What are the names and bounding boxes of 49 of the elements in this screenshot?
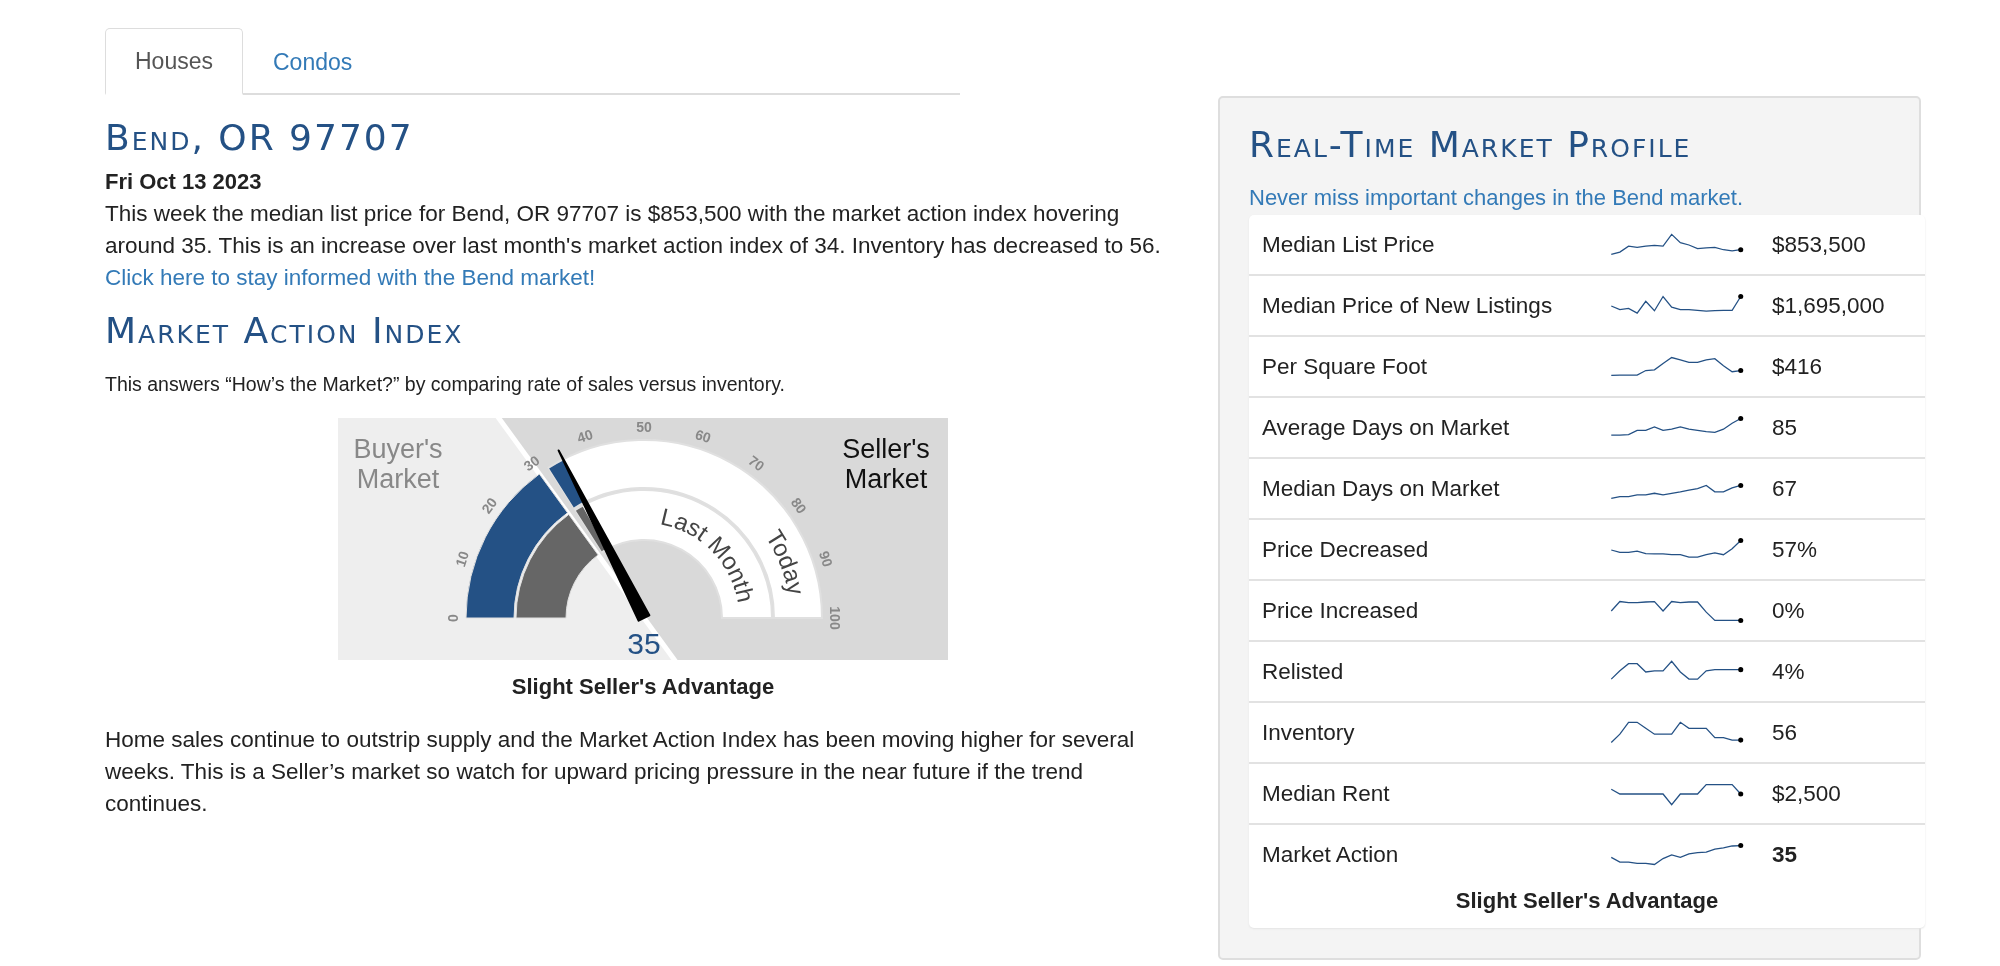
metric-label: Median List Price	[1262, 231, 1436, 258]
zone-label: Buyer's Market	[353, 434, 443, 494]
metric-value: 67	[1772, 475, 1798, 502]
metric-label: Average Days on Market	[1262, 414, 1511, 441]
section-description: This answers “How’s the Market?” by comparing rate of sales versus inventory.	[105, 373, 786, 396]
tick-label: 90	[815, 549, 836, 569]
commentary-paragraph: Home sales continue to outstrip supply and the Market Action Index has been moving higher for several weeks. This is a Seller’s market so watch for upward pricing pressure in the near future if the trend continues.	[105, 726, 1136, 818]
tick-label: 80	[787, 494, 810, 517]
location-heading: Bend, OR 97707	[105, 117, 415, 158]
tick-label: 50	[636, 418, 652, 435]
metric-label: Inventory	[1262, 719, 1356, 746]
tab[interactable]: Houses	[105, 28, 243, 95]
subscribe-link[interactable]: Click here to stay informed with the Bend market!	[105, 265, 596, 290]
metric-label: Median Price of New Listings	[1262, 292, 1554, 319]
tick-label: 0	[444, 614, 461, 622]
metric-label: Relisted	[1262, 658, 1345, 685]
tick-label: 20	[478, 494, 501, 517]
section-heading: Market Action Index	[105, 310, 465, 351]
metric-value: $1,695,000	[1772, 292, 1885, 319]
metric-label: Market Action	[1262, 841, 1400, 868]
metric-value: 85	[1772, 414, 1798, 441]
tick-label: 100	[827, 606, 844, 630]
panel-heading: Real-Time Market Profile	[1249, 124, 1693, 165]
tick-label: 10	[452, 549, 473, 569]
tick-label: 40	[575, 426, 595, 447]
tick-label: 70	[745, 452, 768, 475]
tick-label: 30	[520, 452, 543, 475]
gauge-reading: 35	[627, 627, 661, 660]
subscribe-link[interactable]: Never miss important changes in the Bend market.	[1249, 185, 1919, 211]
tab[interactable]: Condos	[243, 28, 383, 95]
metric-value: 57%	[1772, 536, 1818, 563]
report-date: Fri Oct 13 2023	[105, 168, 263, 196]
gauge-caption: Slight Seller's Advantage	[510, 674, 776, 700]
metric-value: $2,500	[1772, 780, 1841, 807]
tick-label: 60	[693, 426, 713, 447]
zone-label: Seller's Market	[842, 434, 930, 494]
metric-label: Price Increased	[1262, 597, 1420, 624]
profile-caption: Slight Seller's Advantage	[1454, 888, 1720, 914]
summary-paragraph: This week the median list price for Bend, OR 97707 is $853,500 with the market action index hovering around 35. This is an increase over last month's market action index of 34. Inventory has decreased to 56. Click here to stay informed with the Bend market!	[105, 200, 1162, 292]
metric-value: 35	[1772, 841, 1798, 868]
metric-label: Median Rent	[1262, 780, 1391, 807]
metric-label: Price Decreased	[1262, 536, 1430, 563]
metric-value: $853,500	[1772, 231, 1866, 258]
metric-value: 0%	[1772, 597, 1805, 624]
metric-label: Per Square Foot	[1262, 353, 1429, 380]
metric-value: 4%	[1772, 658, 1805, 685]
metric-label: Median Days on Market	[1262, 475, 1501, 502]
metric-value: $416	[1772, 353, 1823, 380]
metric-value: 56	[1772, 719, 1798, 746]
